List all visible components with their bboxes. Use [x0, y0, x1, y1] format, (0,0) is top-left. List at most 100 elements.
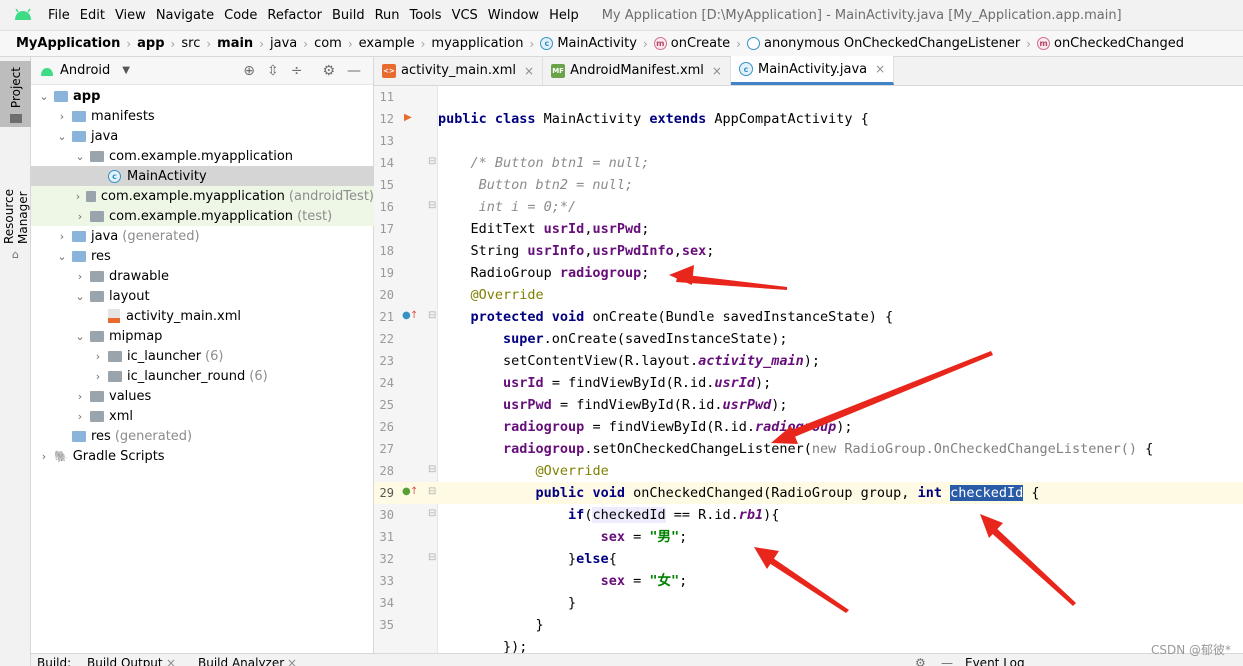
tree-item[interactable]: res (generated): [31, 426, 374, 446]
tree-item[interactable]: ⌄ res: [31, 246, 374, 266]
chevron-right-icon[interactable]: ›: [91, 370, 105, 383]
breadcrumb-item[interactable]: anonymous OnCheckedChangeListener: [743, 36, 1024, 51]
chevron-down-icon[interactable]: ▼: [122, 65, 130, 76]
gear-icon[interactable]: ⚙: [322, 63, 335, 79]
menu-item-tools[interactable]: Tools: [405, 8, 447, 23]
menu-item-window[interactable]: Window: [483, 8, 544, 23]
menu-item-build[interactable]: Build: [327, 8, 370, 23]
tree-item[interactable]: ⌄ java: [31, 126, 374, 146]
code-line[interactable]: RadioGroup radiogroup;: [438, 262, 1243, 284]
close-icon[interactable]: ×: [524, 64, 534, 78]
locate-icon[interactable]: ⊕: [243, 63, 255, 79]
chevron-right-icon[interactable]: ›: [91, 350, 105, 363]
breadcrumb-item[interactable]: main: [213, 36, 257, 51]
menu-item-help[interactable]: Help: [544, 8, 584, 23]
code-line[interactable]: radiogroup.setOnCheckedChangeListener(ne…: [438, 438, 1243, 460]
breadcrumb-item[interactable]: src: [177, 36, 204, 51]
tree-item[interactable]: › values: [31, 386, 374, 406]
breadcrumb-item[interactable]: app: [133, 36, 168, 51]
tab-mainactivity-java[interactable]: c MainActivity.java ×: [730, 56, 895, 85]
tab-build-analyzer[interactable]: Build Analyzer: [198, 654, 284, 666]
gear-icon[interactable]: ⚙: [915, 654, 926, 666]
code-line[interactable]: sex = "女";: [438, 570, 1243, 592]
tool-tab-resource-manager[interactable]: Resource Manager ⌂: [0, 141, 31, 261]
fold-icon[interactable]: ⊟: [428, 552, 436, 563]
chevron-right-icon[interactable]: ›: [73, 190, 83, 203]
breadcrumb-item[interactable]: MyApplication: [12, 36, 124, 51]
code-line[interactable]: setContentView(R.layout.activity_main);: [438, 350, 1243, 372]
chevron-right-icon[interactable]: ›: [73, 390, 87, 403]
event-log-label[interactable]: Event Log: [965, 654, 1025, 666]
breadcrumb-item[interactable]: myapplication: [427, 36, 527, 51]
hide-icon[interactable]: —: [941, 654, 953, 666]
tab-build-output[interactable]: Build Output: [87, 654, 163, 666]
code-line[interactable]: usrPwd = findViewById(R.id.usrPwd);: [438, 394, 1243, 416]
code-line[interactable]: public void onCheckedChanged(RadioGroup …: [438, 482, 1243, 504]
tree-item[interactable]: ⌄ com.example.myapplication: [31, 146, 374, 166]
breadcrumb-item[interactable]: c MainActivity: [536, 36, 641, 51]
fold-icon[interactable]: ⊟: [428, 508, 436, 519]
code-line[interactable]: radiogroup = findViewById(R.id.radiogrou…: [438, 416, 1243, 438]
code-line[interactable]: }: [438, 592, 1243, 614]
menu-item-file[interactable]: File: [43, 8, 75, 23]
tree-item[interactable]: › manifests: [31, 106, 374, 126]
tree-item[interactable]: › xml: [31, 406, 374, 426]
breadcrumb-item[interactable]: com: [310, 36, 346, 51]
tree-item-selected[interactable]: c MainActivity: [31, 166, 374, 186]
tree-item[interactable]: › ic_launcher (6): [31, 346, 374, 366]
fold-icon[interactable]: ⊟: [428, 156, 436, 167]
tree-item[interactable]: › java (generated): [31, 226, 374, 246]
code-editor[interactable]: public class MainActivity extends AppCom…: [438, 86, 1243, 653]
code-line[interactable]: EditText usrId,usrPwd;: [438, 218, 1243, 240]
code-line[interactable]: [438, 86, 1243, 108]
menu-item-view[interactable]: View: [110, 8, 151, 23]
menu-item-run[interactable]: Run: [370, 8, 405, 23]
code-line[interactable]: }else{: [438, 548, 1243, 570]
tree-item[interactable]: › 🐘 Gradle Scripts: [31, 446, 374, 466]
code-line[interactable]: public class MainActivity extends AppCom…: [438, 108, 1243, 130]
menu-item-navigate[interactable]: Navigate: [151, 8, 219, 23]
chevron-down-icon[interactable]: ⌄: [73, 290, 87, 303]
tree-item[interactable]: ⌄ app: [31, 86, 374, 106]
chevron-right-icon[interactable]: ›: [73, 410, 87, 423]
code-line[interactable]: @Override: [438, 284, 1243, 306]
code-line[interactable]: });: [438, 636, 1243, 653]
tool-tab-project[interactable]: Project: [0, 61, 31, 127]
close-icon[interactable]: ×: [287, 654, 297, 666]
chevron-right-icon[interactable]: ›: [37, 450, 51, 463]
chevron-right-icon[interactable]: ›: [55, 230, 69, 243]
code-line[interactable]: int i = 0;*/: [438, 196, 1243, 218]
tree-item[interactable]: › ic_launcher_round (6): [31, 366, 374, 386]
code-line[interactable]: }: [438, 614, 1243, 636]
fold-icon[interactable]: ⊟: [428, 486, 436, 497]
chevron-right-icon[interactable]: ›: [55, 110, 69, 123]
close-icon[interactable]: ×: [166, 654, 176, 666]
tree-item[interactable]: › drawable: [31, 266, 374, 286]
code-line[interactable]: sex = "男";: [438, 526, 1243, 548]
code-line[interactable]: usrId = findViewById(R.id.usrId);: [438, 372, 1243, 394]
code-line[interactable]: [438, 130, 1243, 152]
breadcrumb-item[interactable]: m onCheckedChanged: [1033, 36, 1188, 51]
expand-all-icon[interactable]: ⇳: [267, 63, 279, 79]
tab-activity_main-xml[interactable]: <> activity_main.xml ×: [374, 56, 544, 85]
tree-item[interactable]: activity_main.xml: [31, 306, 374, 326]
code-line[interactable]: protected void onCreate(Bundle savedInst…: [438, 306, 1243, 328]
tree-item[interactable]: › com.example.myapplication (androidTest): [31, 186, 374, 206]
fold-icon[interactable]: ⊟: [428, 200, 436, 211]
code-line[interactable]: if(checkedId == R.id.rb1){: [438, 504, 1243, 526]
chevron-right-icon[interactable]: ›: [73, 270, 87, 283]
fold-icon[interactable]: ⊟: [428, 464, 436, 475]
tree-item[interactable]: › com.example.myapplication (test): [31, 206, 374, 226]
menu-item-edit[interactable]: Edit: [75, 8, 110, 23]
fold-icon[interactable]: ⊟: [428, 310, 436, 321]
menu-item-refactor[interactable]: Refactor: [262, 8, 327, 23]
breadcrumb-item[interactable]: java: [266, 36, 301, 51]
run-gutter-icon[interactable]: ▶: [404, 112, 412, 123]
close-icon[interactable]: ×: [712, 64, 722, 78]
chevron-right-icon[interactable]: ›: [73, 210, 87, 223]
breadcrumb-item[interactable]: example: [355, 36, 419, 51]
collapse-all-icon[interactable]: ÷: [291, 63, 303, 79]
menu-item-vcs[interactable]: VCS: [447, 8, 483, 23]
code-line[interactable]: /* Button btn1 = null;: [438, 152, 1243, 174]
override-up-icon[interactable]: ↑: [410, 310, 418, 321]
